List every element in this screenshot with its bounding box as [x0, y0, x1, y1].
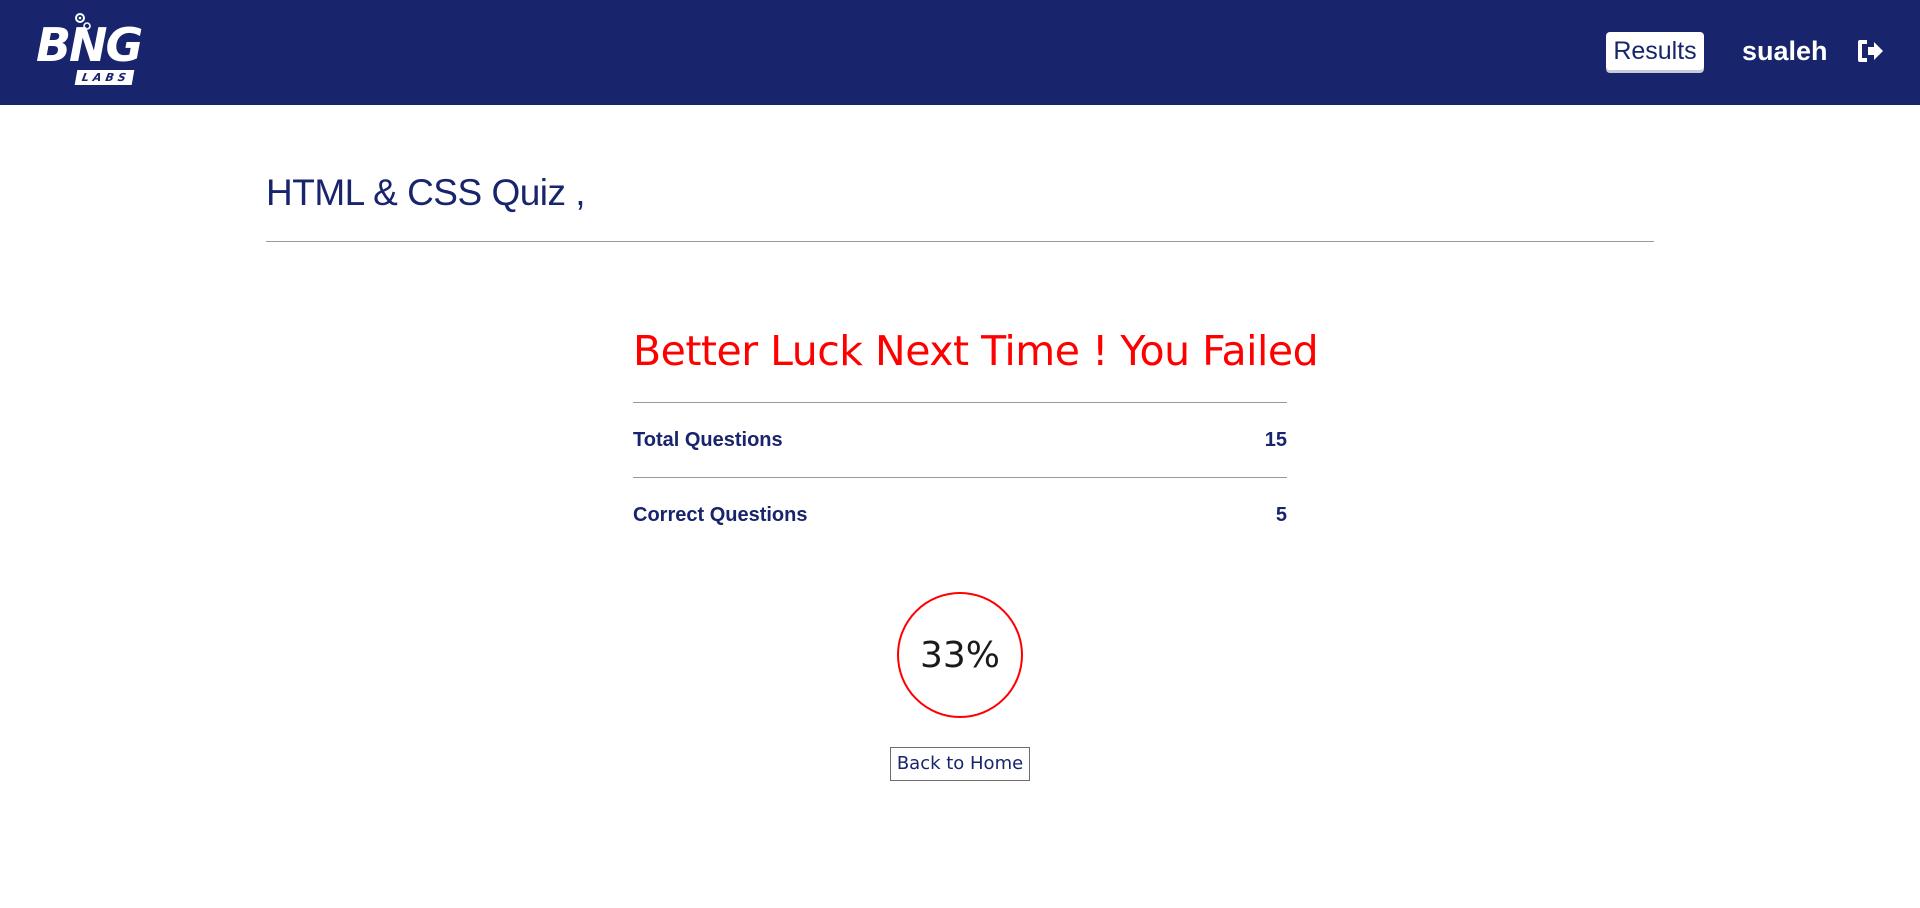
- title-divider: [266, 241, 1654, 242]
- stat-label: Total Questions: [633, 428, 783, 451]
- quiz-title: HTML & CSS Quiz ,: [266, 172, 586, 213]
- stat-value: 15: [1264, 428, 1287, 451]
- sign-out-icon[interactable]: [1856, 38, 1884, 64]
- logo-wordmark: BNG: [36, 18, 143, 72]
- score-percent: 33%: [919, 634, 1000, 676]
- username-label: sualeh: [1742, 36, 1828, 66]
- navbar: BNG LABS Results sualeh: [0, 0, 1920, 105]
- results-nav-button[interactable]: Results: [1606, 32, 1704, 70]
- result-message: Better Luck Next Time ! You Failed: [633, 327, 1319, 375]
- score-circle: 33%: [897, 592, 1023, 718]
- stat-value: 5: [1275, 503, 1287, 526]
- back-to-home-button[interactable]: Back to Home: [890, 747, 1030, 781]
- result-panel: Better Luck Next Time ! You Failed Total…: [633, 318, 1319, 552]
- stat-row-total: Total Questions 15: [633, 402, 1287, 477]
- brand-logo[interactable]: BNG LABS: [36, 12, 143, 90]
- stat-label: Correct Questions: [633, 503, 808, 526]
- stat-row-correct: Correct Questions 5: [633, 477, 1287, 552]
- logo-subtext: LABS: [74, 70, 135, 85]
